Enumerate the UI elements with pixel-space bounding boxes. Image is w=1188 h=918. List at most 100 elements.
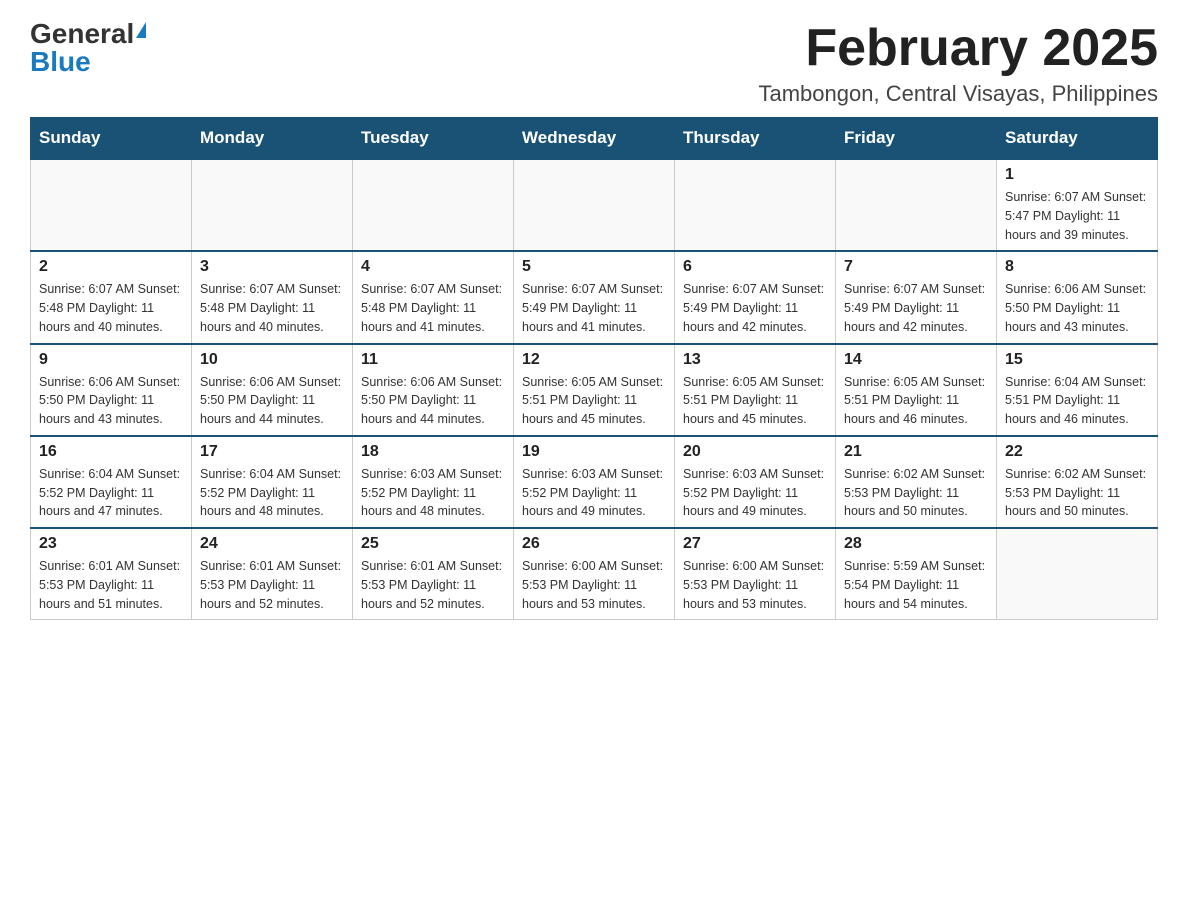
day-info: Sunrise: 6:06 AM Sunset: 5:50 PM Dayligh… xyxy=(39,373,183,429)
calendar-cell: 3 Sunrise: 6:07 AM Sunset: 5:48 PM Daylig… xyxy=(192,251,353,343)
day-number: 1 xyxy=(1005,166,1149,184)
weekday-header-saturday: Saturday xyxy=(997,118,1158,160)
calendar-cell: 7Sunrise: 6:07 AM Sunset: 5:49 PM Daylig… xyxy=(836,251,997,343)
weekday-header-friday: Friday xyxy=(836,118,997,160)
day-info: Sunrise: 6:03 AM Sunset: 5:52 PM Dayligh… xyxy=(683,465,827,521)
calendar-cell: 21 Sunrise: 6:02 AM Sunset: 5:53 PM Dayli… xyxy=(836,436,997,528)
day-info: Sunrise: 6:07 AM Sunset: 5:49 PM Dayligh… xyxy=(844,280,988,336)
day-info: Sunrise: 6:00 AM Sunset: 5:53 PM Dayligh… xyxy=(683,557,827,613)
calendar-cell: 25 Sunrise: 6:01 AM Sunset: 5:53 PM Dayli… xyxy=(353,528,514,620)
day-info: Sunrise: 6:06 AM Sunset: 5:50 PM Dayligh… xyxy=(361,373,505,429)
day-number: 24 xyxy=(200,535,344,553)
calendar-cell: 27 Sunrise: 6:00 AM Sunset: 5:53 PM Dayli… xyxy=(675,528,836,620)
calendar-cell: 8 Sunrise: 6:06 AM Sunset: 5:50 PM Daylig… xyxy=(997,251,1158,343)
day-info: Sunrise: 6:07 AM Sunset: 5:49 PM Dayligh… xyxy=(522,280,666,336)
calendar-week-row: 16Sunrise: 6:04 AM Sunset: 5:52 PM Dayli… xyxy=(31,436,1158,528)
day-info: Sunrise: 6:07 AM Sunset: 5:49 PM Dayligh… xyxy=(683,280,827,336)
day-number: 2 xyxy=(39,258,183,276)
calendar-cell: 26Sunrise: 6:00 AM Sunset: 5:53 PM Dayli… xyxy=(514,528,675,620)
day-number: 20 xyxy=(683,443,827,461)
calendar-cell xyxy=(836,159,997,251)
calendar-cell xyxy=(997,528,1158,620)
day-info: Sunrise: 6:07 AM Sunset: 5:48 PM Dayligh… xyxy=(361,280,505,336)
day-number: 4 xyxy=(361,258,505,276)
day-info: Sunrise: 6:03 AM Sunset: 5:52 PM Dayligh… xyxy=(522,465,666,521)
calendar-cell: 16Sunrise: 6:04 AM Sunset: 5:52 PM Dayli… xyxy=(31,436,192,528)
calendar-cell xyxy=(675,159,836,251)
day-info: Sunrise: 6:04 AM Sunset: 5:51 PM Dayligh… xyxy=(1005,373,1149,429)
weekday-header-row: SundayMondayTuesdayWednesdayThursdayFrid… xyxy=(31,118,1158,160)
calendar-cell: 6 Sunrise: 6:07 AM Sunset: 5:49 PM Daylig… xyxy=(675,251,836,343)
day-number: 11 xyxy=(361,351,505,369)
day-number: 23 xyxy=(39,535,183,553)
title-block: February 2025 Tambongon, Central Visayas… xyxy=(759,20,1159,107)
calendar-cell xyxy=(514,159,675,251)
calendar-cell: 13 Sunrise: 6:05 AM Sunset: 5:51 PM Dayli… xyxy=(675,344,836,436)
day-info: Sunrise: 6:01 AM Sunset: 5:53 PM Dayligh… xyxy=(361,557,505,613)
calendar-cell: 20 Sunrise: 6:03 AM Sunset: 5:52 PM Dayli… xyxy=(675,436,836,528)
calendar-cell xyxy=(192,159,353,251)
day-number: 13 xyxy=(683,351,827,369)
calendar-cell: 17Sunrise: 6:04 AM Sunset: 5:52 PM Dayli… xyxy=(192,436,353,528)
calendar-cell: 19 Sunrise: 6:03 AM Sunset: 5:52 PM Dayli… xyxy=(514,436,675,528)
logo: General Blue xyxy=(30,20,146,76)
calendar-cell: 2 Sunrise: 6:07 AM Sunset: 5:48 PM Daylig… xyxy=(31,251,192,343)
calendar-week-row: 1 Sunrise: 6:07 AM Sunset: 5:47 PM Daylig… xyxy=(31,159,1158,251)
calendar-cell: 10 Sunrise: 6:06 AM Sunset: 5:50 PM Dayli… xyxy=(192,344,353,436)
weekday-header-tuesday: Tuesday xyxy=(353,118,514,160)
day-number: 9 xyxy=(39,351,183,369)
day-info: Sunrise: 6:01 AM Sunset: 5:53 PM Dayligh… xyxy=(39,557,183,613)
calendar-cell: 28 Sunrise: 5:59 AM Sunset: 5:54 PM Dayli… xyxy=(836,528,997,620)
day-number: 3 xyxy=(200,258,344,276)
day-number: 26 xyxy=(522,535,666,553)
day-info: Sunrise: 6:01 AM Sunset: 5:53 PM Dayligh… xyxy=(200,557,344,613)
day-info: Sunrise: 6:07 AM Sunset: 5:48 PM Dayligh… xyxy=(39,280,183,336)
weekday-header-monday: Monday xyxy=(192,118,353,160)
logo-blue-text: Blue xyxy=(30,48,91,76)
day-number: 19 xyxy=(522,443,666,461)
calendar-cell: 22Sunrise: 6:02 AM Sunset: 5:53 PM Dayli… xyxy=(997,436,1158,528)
calendar-cell xyxy=(353,159,514,251)
logo-triangle-icon xyxy=(136,22,146,38)
calendar-cell xyxy=(31,159,192,251)
calendar-table: SundayMondayTuesdayWednesdayThursdayFrid… xyxy=(30,117,1158,620)
day-number: 8 xyxy=(1005,258,1149,276)
calendar-week-row: 2 Sunrise: 6:07 AM Sunset: 5:48 PM Daylig… xyxy=(31,251,1158,343)
location-subtitle: Tambongon, Central Visayas, Philippines xyxy=(759,81,1159,107)
day-info: Sunrise: 6:02 AM Sunset: 5:53 PM Dayligh… xyxy=(844,465,988,521)
day-number: 25 xyxy=(361,535,505,553)
day-info: Sunrise: 6:05 AM Sunset: 5:51 PM Dayligh… xyxy=(522,373,666,429)
calendar-cell: 15 Sunrise: 6:04 AM Sunset: 5:51 PM Dayli… xyxy=(997,344,1158,436)
day-info: Sunrise: 6:06 AM Sunset: 5:50 PM Dayligh… xyxy=(200,373,344,429)
day-number: 21 xyxy=(844,443,988,461)
day-number: 14 xyxy=(844,351,988,369)
logo-general-text: General xyxy=(30,20,134,48)
day-number: 5 xyxy=(522,258,666,276)
calendar-header: SundayMondayTuesdayWednesdayThursdayFrid… xyxy=(31,118,1158,160)
day-info: Sunrise: 6:06 AM Sunset: 5:50 PM Dayligh… xyxy=(1005,280,1149,336)
calendar-cell: 23 Sunrise: 6:01 AM Sunset: 5:53 PM Dayli… xyxy=(31,528,192,620)
day-number: 15 xyxy=(1005,351,1149,369)
day-number: 22 xyxy=(1005,443,1149,461)
calendar-cell: 12Sunrise: 6:05 AM Sunset: 5:51 PM Dayli… xyxy=(514,344,675,436)
day-number: 6 xyxy=(683,258,827,276)
day-number: 28 xyxy=(844,535,988,553)
day-info: Sunrise: 5:59 AM Sunset: 5:54 PM Dayligh… xyxy=(844,557,988,613)
day-info: Sunrise: 6:05 AM Sunset: 5:51 PM Dayligh… xyxy=(683,373,827,429)
calendar-week-row: 9 Sunrise: 6:06 AM Sunset: 5:50 PM Daylig… xyxy=(31,344,1158,436)
day-number: 27 xyxy=(683,535,827,553)
day-info: Sunrise: 6:07 AM Sunset: 5:48 PM Dayligh… xyxy=(200,280,344,336)
weekday-header-wednesday: Wednesday xyxy=(514,118,675,160)
page-header: General Blue February 2025 Tambongon, Ce… xyxy=(30,20,1158,107)
day-info: Sunrise: 6:03 AM Sunset: 5:52 PM Dayligh… xyxy=(361,465,505,521)
day-number: 10 xyxy=(200,351,344,369)
day-info: Sunrise: 6:04 AM Sunset: 5:52 PM Dayligh… xyxy=(39,465,183,521)
calendar-cell: 11 Sunrise: 6:06 AM Sunset: 5:50 PM Dayli… xyxy=(353,344,514,436)
calendar-cell: 9 Sunrise: 6:06 AM Sunset: 5:50 PM Daylig… xyxy=(31,344,192,436)
calendar-cell: 5 Sunrise: 6:07 AM Sunset: 5:49 PM Daylig… xyxy=(514,251,675,343)
day-info: Sunrise: 6:07 AM Sunset: 5:47 PM Dayligh… xyxy=(1005,188,1149,244)
weekday-header-sunday: Sunday xyxy=(31,118,192,160)
weekday-header-thursday: Thursday xyxy=(675,118,836,160)
calendar-body: 1 Sunrise: 6:07 AM Sunset: 5:47 PM Daylig… xyxy=(31,159,1158,620)
day-number: 18 xyxy=(361,443,505,461)
